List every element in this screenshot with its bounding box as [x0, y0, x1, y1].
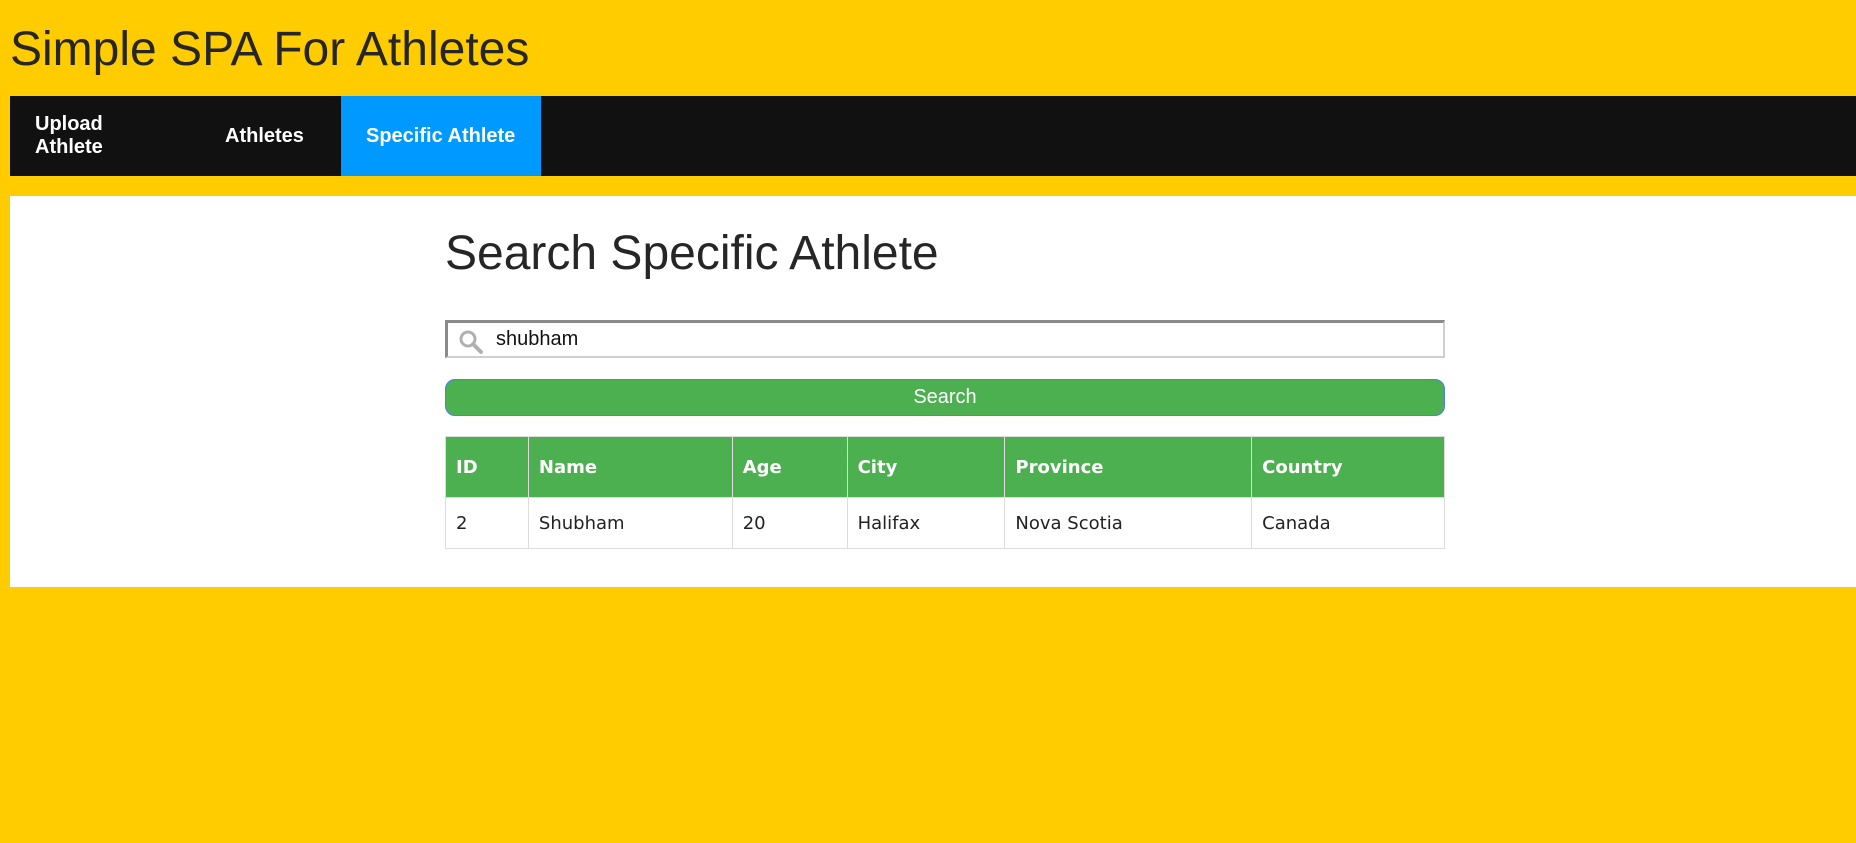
site-title: Simple SPA For Athletes: [10, 23, 530, 76]
column-header-name: Name: [527, 436, 733, 498]
search-icon: [459, 330, 483, 354]
search-button[interactable]: Search: [445, 379, 1445, 416]
table-header-row: ID Name Age City Province Country: [445, 436, 1445, 498]
main-navbar: Upload Athlete Athletes Specific Athlete: [10, 96, 1856, 176]
cell-city: Halifax: [846, 497, 1006, 549]
search-box[interactable]: [445, 320, 1445, 358]
nav-athletes[interactable]: Athletes: [200, 96, 341, 176]
nav-specific-athlete[interactable]: Specific Athlete: [341, 96, 541, 176]
search-input[interactable]: [496, 323, 1436, 356]
cell-country: Canada: [1251, 497, 1445, 549]
table-row: 2 Shubham 20 Halifax Nova Scotia Canada: [445, 497, 1445, 549]
column-header-city: City: [846, 436, 1006, 498]
cell-id: 2: [445, 497, 529, 549]
cell-province: Nova Scotia: [1004, 497, 1253, 549]
cell-age: 20: [731, 497, 848, 549]
column-header-age: Age: [731, 436, 848, 498]
column-header-province: Province: [1004, 436, 1253, 498]
nav-upload-athlete[interactable]: Upload Athlete: [10, 96, 200, 176]
results-table: ID Name Age City Province Country 2 Shub…: [445, 436, 1445, 549]
cell-name: Shubham: [527, 497, 733, 549]
search-heading: Search Specific Athlete: [445, 227, 939, 280]
column-header-id: ID: [445, 436, 529, 498]
column-header-country: Country: [1251, 436, 1445, 498]
